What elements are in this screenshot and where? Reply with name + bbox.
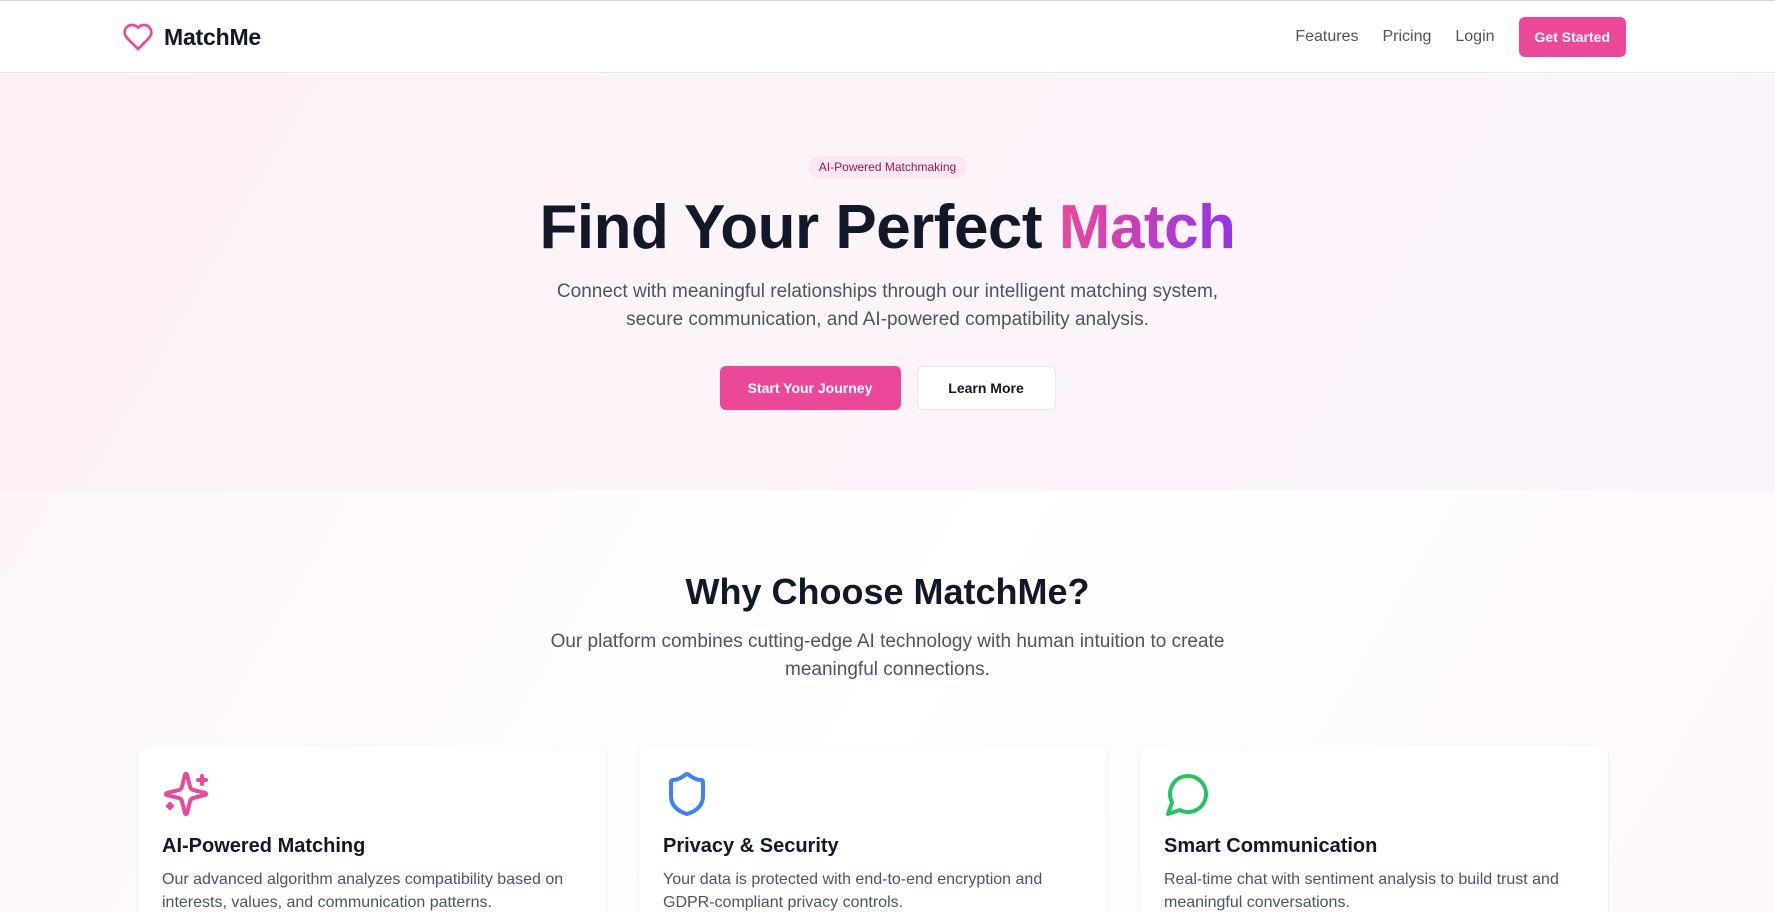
feature-card-title: Privacy & Security xyxy=(663,835,839,857)
hero-actions: Start Your Journey Learn More xyxy=(0,366,1775,410)
feature-card-privacy: Privacy & Security Your data is protecte… xyxy=(639,746,1107,912)
shield-icon xyxy=(669,772,705,817)
hero-title: Find Your Perfect Match xyxy=(0,192,1775,264)
hero-title-accent: Match xyxy=(1058,193,1236,262)
sparkles-icon xyxy=(164,772,208,816)
feature-cards: AI-Powered Matching Our advanced algorit… xyxy=(138,746,1608,912)
hero-subtitle: Connect with meaningful relationships th… xyxy=(556,281,1219,330)
features-section: Why Choose MatchMe? Our platform combine… xyxy=(0,490,1775,912)
hero-badge: AI-Powered Matchmaking xyxy=(807,156,968,178)
features-title: Why Choose MatchMe? xyxy=(685,571,1090,612)
nav-pricing-link[interactable]: Pricing xyxy=(1382,17,1431,57)
feature-card-description: Our advanced algorithm analyzes compatib… xyxy=(162,871,564,911)
feature-card-title: Smart Communication xyxy=(1164,835,1378,857)
start-journey-button[interactable]: Start Your Journey xyxy=(719,366,901,410)
feature-card-description: Your data is protected with end-to-end e… xyxy=(663,871,1043,911)
learn-more-button[interactable]: Learn More xyxy=(916,366,1056,410)
heart-icon xyxy=(123,23,153,51)
brand-name: MatchMe xyxy=(164,23,262,50)
nav-features-link[interactable]: Features xyxy=(1295,17,1358,57)
feature-card-ai-matching: AI-Powered Matching Our advanced algorit… xyxy=(138,746,606,912)
feature-card-description: Real-time chat with sentiment analysis t… xyxy=(1164,871,1559,911)
brand-logo[interactable]: MatchMe xyxy=(122,21,261,53)
get-started-button[interactable]: Get Started xyxy=(1518,17,1626,57)
hero-section: AI-Powered Matchmaking Find Your Perfect… xyxy=(0,74,1775,490)
message-circle-icon xyxy=(1166,774,1208,816)
nav-login-link[interactable]: Login xyxy=(1455,17,1494,57)
features-subtitle: Our platform combines cutting-edge AI te… xyxy=(550,631,1225,680)
hero-title-main: Find Your Perfect xyxy=(539,193,1059,262)
site-header: MatchMe Features Pricing Login Get Start… xyxy=(0,1,1775,73)
feature-card-communication: Smart Communication Real-time chat with … xyxy=(1140,746,1608,912)
feature-card-title: AI-Powered Matching xyxy=(162,835,366,857)
main-nav: Features Pricing Login Get Started xyxy=(1295,17,1626,57)
